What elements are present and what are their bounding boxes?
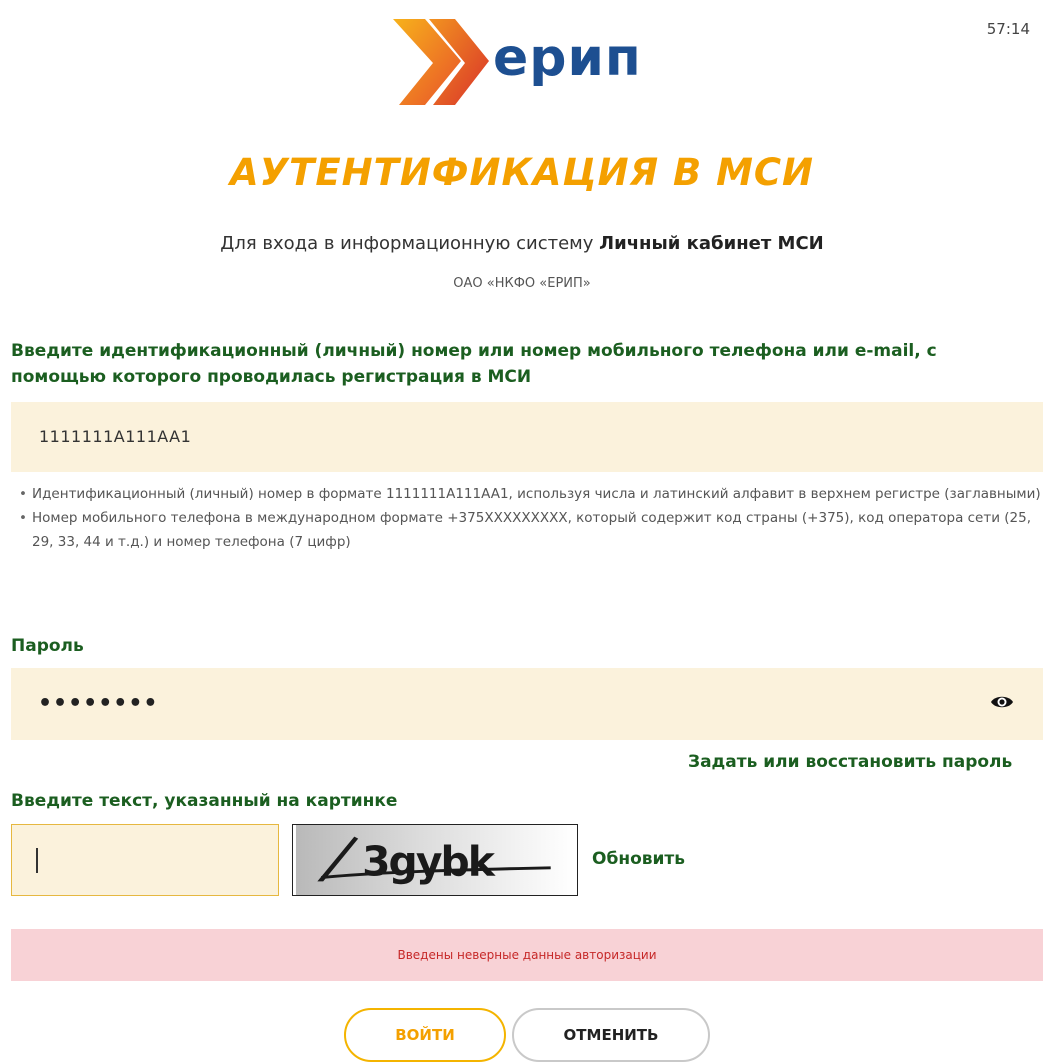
hint-personal-number: Идентификационный (личный) номер в форма…	[19, 482, 1044, 506]
subtitle-text: Для входа в информационную систему	[220, 233, 594, 254]
svg-text:3gybk: 3gybk	[362, 838, 496, 886]
text-cursor	[36, 848, 38, 873]
password-masked-value: ••••••••	[38, 691, 159, 716]
cancel-button[interactable]: ОТМЕНИТЬ	[512, 1008, 710, 1062]
subtitle-system-name: Личный кабинет МСИ	[599, 233, 824, 254]
captcha-input[interactable]	[11, 824, 279, 896]
hint-phone-number: Номер мобильного телефона в международно…	[19, 506, 1044, 554]
login-hints: Идентификационный (личный) номер в форма…	[18, 482, 1044, 554]
organization-name: ОАО «НКФО «ЕРИП»	[453, 276, 591, 291]
password-input[interactable]	[11, 668, 1043, 740]
login-field-label: Введите идентификационный (личный) номер…	[11, 341, 937, 387]
error-message: Введены неверные данные авторизации	[11, 929, 1043, 981]
forgot-password-link[interactable]: Задать или восстановить пароль	[688, 749, 1012, 775]
login-input[interactable]: 1111111A111AA1	[11, 402, 1043, 472]
login-button[interactable]: ВОЙТИ	[344, 1008, 506, 1062]
eye-icon[interactable]	[990, 692, 1014, 712]
captcha-refresh-link[interactable]: Обновить	[592, 846, 685, 872]
captcha-image: 3gybk	[292, 824, 578, 896]
page-title: АУТЕНТИФИКАЦИЯ В МСИ	[229, 151, 815, 194]
captcha-label: Введите текст, указанный на картинке	[11, 791, 398, 811]
page-subtitle: Для входа в информационную систему Личны…	[0, 230, 1044, 258]
logo-text: ерип	[493, 28, 642, 88]
password-label: Пароль	[11, 636, 84, 656]
session-timer: 57:14	[986, 20, 1030, 38]
